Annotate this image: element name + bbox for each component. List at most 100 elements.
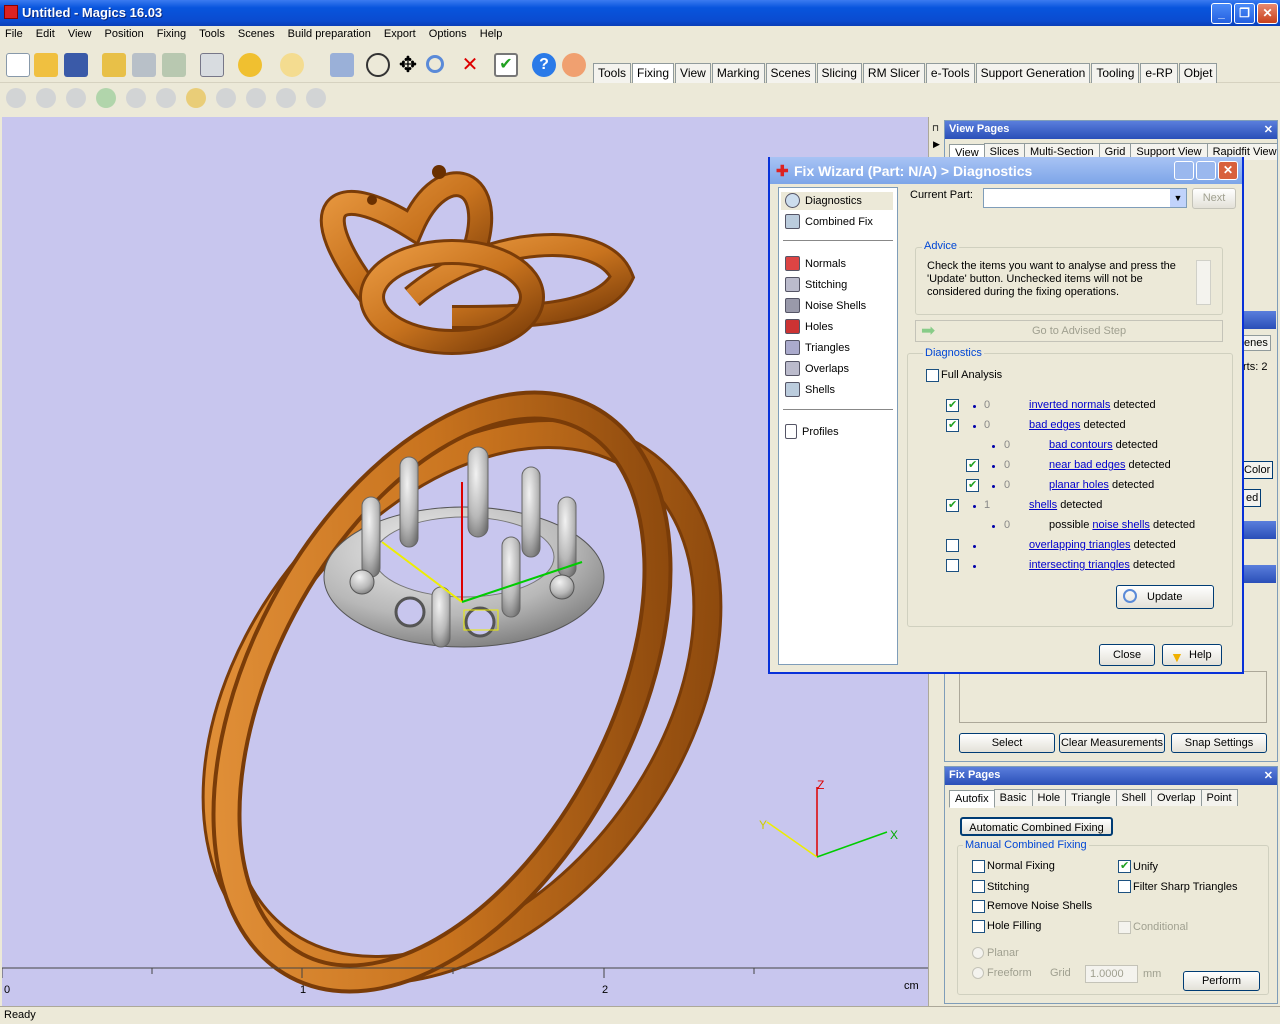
nav-diagnostics[interactable]: Diagnostics (785, 193, 862, 208)
checklist-icon[interactable]: ✔ (494, 53, 518, 77)
color-button-fragment[interactable]: Color (1241, 461, 1274, 479)
snap-settings-button[interactable]: Snap Settings (1171, 733, 1267, 753)
delete-triangle-icon[interactable] (126, 88, 146, 108)
select-parts-icon[interactable] (330, 53, 354, 77)
tab-rm-slicer[interactable]: RM Slicer (862, 63, 925, 83)
tab-point[interactable]: Point (1200, 789, 1238, 806)
clear-measurements-button[interactable]: Clear Measurements (1059, 733, 1165, 753)
bad-contours-link[interactable]: bad contours (1049, 439, 1113, 451)
maximize-button[interactable]: ❐ (1234, 3, 1255, 24)
nav-overlaps[interactable]: Overlaps (785, 361, 849, 376)
wand-icon[interactable] (306, 88, 326, 108)
tab-tools[interactable]: Tools (593, 63, 632, 83)
tab-support-generation[interactable]: Support Generation (975, 63, 1091, 83)
menu-view[interactable]: View (63, 26, 97, 42)
close-window-button[interactable]: ✕ (1257, 3, 1278, 24)
menu-export[interactable]: Export (379, 26, 421, 42)
menu-position[interactable]: Position (100, 26, 149, 42)
planar-holes-link[interactable]: planar holes (1049, 479, 1109, 491)
minimize-button[interactable]: _ (1211, 3, 1232, 24)
fw-maximize-button[interactable] (1196, 161, 1216, 180)
help-button[interactable]: ▼ Help (1162, 644, 1222, 666)
menu-edit[interactable]: Edit (31, 26, 60, 42)
zoom-icon[interactable] (426, 55, 444, 73)
intersecting-triangles-checkbox[interactable] (946, 559, 959, 572)
undo-icon[interactable] (238, 53, 262, 77)
nav-profiles[interactable]: Profiles (785, 424, 839, 439)
automatic-combined-fixing-button[interactable]: Automatic Combined Fixing (960, 817, 1113, 836)
tab-triangle[interactable]: Triangle (1065, 789, 1117, 806)
fix-pages-close-icon[interactable]: ✕ (1264, 769, 1273, 782)
half-sphere-icon[interactable] (246, 88, 266, 108)
fix-box-icon[interactable] (36, 88, 56, 108)
menu-options[interactable]: Options (424, 26, 472, 42)
shell-icon[interactable] (66, 88, 86, 108)
bad-edges-link[interactable]: bad edges (1029, 419, 1080, 431)
open-folder-icon[interactable] (34, 53, 58, 77)
scenes-tab-fragment[interactable]: enes (1241, 335, 1271, 351)
nav-noise-shells[interactable]: Noise Shells (785, 298, 866, 313)
go-advised-step-button[interactable]: ➡ Go to Advised Step (915, 320, 1223, 342)
menu-build-preparation[interactable]: Build preparation (283, 26, 376, 42)
tab-fixing[interactable]: Fixing (632, 63, 675, 83)
hole-filling-checkbox[interactable] (972, 920, 985, 933)
tab-marking[interactable]: Marking (711, 63, 765, 83)
nav-combined-fix[interactable]: Combined Fix (785, 214, 873, 229)
select-button[interactable]: Select (959, 733, 1055, 753)
new-file-icon[interactable] (6, 53, 30, 77)
advice-scrollbar[interactable] (1196, 260, 1211, 305)
tab-hole[interactable]: Hole (1031, 789, 1067, 806)
unify-checkbox[interactable] (1118, 859, 1131, 873)
current-part-select[interactable]: ▼ (983, 188, 1187, 208)
normal-fixing-checkbox[interactable] (972, 860, 985, 873)
nav-normals[interactable]: Normals (785, 256, 846, 271)
tab-view[interactable]: View (675, 63, 711, 83)
overlapping-triangles-checkbox[interactable] (946, 539, 959, 552)
tab-basic[interactable]: Basic (993, 789, 1033, 806)
tab-e-tools[interactable]: e-Tools (925, 63, 975, 83)
expand-arrow-icon[interactable]: ▶ (933, 139, 940, 150)
remove-noise-shells-checkbox[interactable] (972, 900, 985, 913)
zoom-window-icon[interactable]: ✕ (458, 53, 482, 77)
conditional-checkbox[interactable] (1118, 921, 1131, 934)
close-button[interactable]: Close (1099, 644, 1155, 666)
tab-objet[interactable]: Objet (1178, 63, 1218, 83)
menu-fixing[interactable]: Fixing (152, 26, 191, 42)
tab-shell[interactable]: Shell (1115, 789, 1152, 806)
redo-icon[interactable] (280, 53, 304, 77)
menu-scenes[interactable]: Scenes (233, 26, 280, 42)
noise-shells-link[interactable]: noise shells (1092, 519, 1149, 531)
menu-file[interactable]: File (0, 26, 28, 42)
save-part-icon[interactable] (132, 53, 156, 77)
menu-help[interactable]: Help (475, 26, 508, 42)
cone-icon[interactable] (96, 88, 116, 108)
load-part-icon[interactable] (102, 53, 126, 77)
perform-button[interactable]: Perform (1183, 971, 1260, 991)
tab-tooling[interactable]: Tooling (1091, 63, 1140, 83)
nav-holes[interactable]: Holes (785, 319, 833, 334)
tab-e-rp[interactable]: e-RP (1140, 63, 1178, 83)
fw-close-icon[interactable]: ✕ (1218, 161, 1238, 180)
tab-slicing[interactable]: Slicing (816, 63, 862, 83)
bad-edges-checkbox[interactable] (946, 418, 959, 432)
save-icon[interactable] (64, 53, 88, 77)
near-bad-edges-link[interactable]: near bad edges (1049, 459, 1125, 471)
unload-part-icon[interactable] (162, 53, 186, 77)
panel-close-icon[interactable]: ✕ (1264, 123, 1273, 136)
grid-value-input[interactable]: 1.0000 (1085, 965, 1138, 983)
stitching-checkbox[interactable] (972, 880, 985, 893)
inverted-normals-link[interactable]: inverted normals (1029, 399, 1110, 411)
fw-minimize-button[interactable] (1174, 161, 1194, 180)
support-person-icon[interactable] (562, 53, 586, 77)
pan-view-icon[interactable]: ✥ (396, 53, 420, 77)
menu-tools[interactable]: Tools (194, 26, 230, 42)
ed-button-fragment[interactable]: ed (1243, 489, 1262, 507)
funnel-icon[interactable] (186, 88, 206, 108)
full-analysis-checkbox[interactable] (926, 369, 939, 382)
help-icon[interactable]: ? (532, 53, 556, 77)
nav-shells[interactable]: Shells (785, 382, 835, 397)
near-bad-edges-checkbox[interactable] (966, 458, 979, 472)
add-triangle-icon[interactable] (6, 88, 26, 108)
shells-checkbox[interactable] (946, 498, 959, 512)
nav-triangles[interactable]: Triangles (785, 340, 850, 355)
